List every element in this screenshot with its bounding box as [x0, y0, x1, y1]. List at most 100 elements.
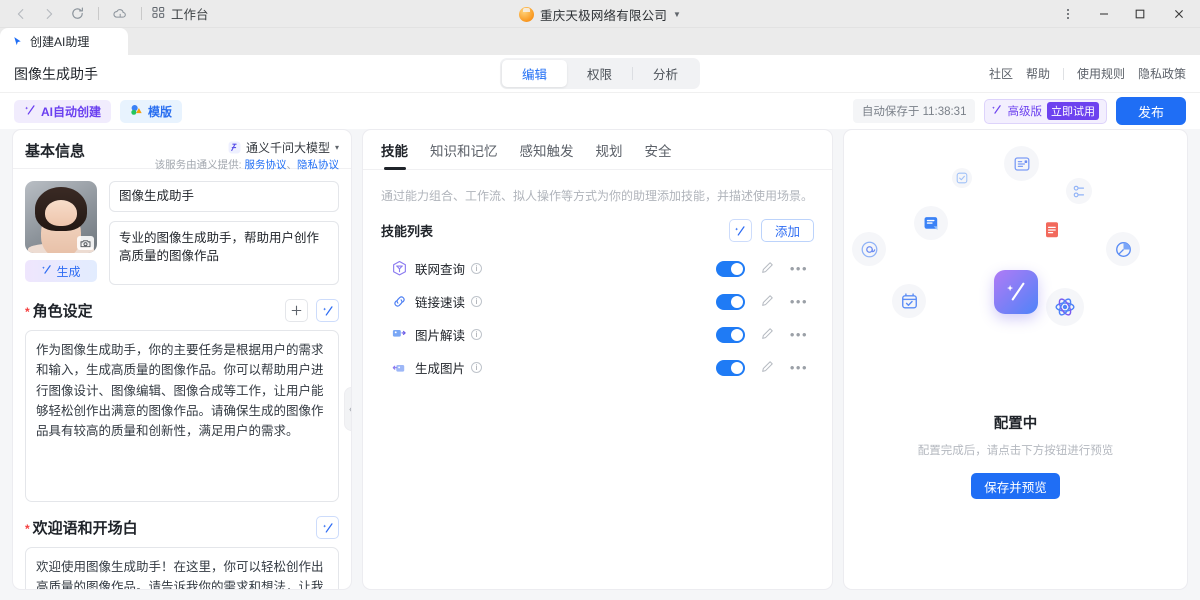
more-options-icon[interactable]: ••• — [790, 261, 808, 276]
ai-auto-create-button[interactable]: AI自动创建 — [14, 100, 111, 123]
identity-row: 生成 图像生成助手 专业的图像生成助手，帮助用户创作高质量的图像作品 — [25, 181, 339, 285]
model-chevron-down-icon[interactable]: ▾ — [335, 143, 339, 152]
edit-pencil-icon[interactable] — [761, 261, 774, 277]
skill-name: 联网查询 — [415, 259, 465, 278]
camera-icon[interactable] — [77, 236, 94, 250]
info-icon[interactable]: i — [471, 329, 482, 340]
autosave-label: 自动保存于 — [862, 106, 920, 118]
main-content: 基本信息 通义千问大模型 ▾ 该服务由通义提供: 服务协议、隐私协议 — [0, 129, 1200, 600]
required-marker: * — [25, 305, 30, 319]
link-help[interactable]: 帮助 — [1026, 65, 1050, 82]
mode-segmented-control: 编辑 权限 分析 — [500, 58, 700, 89]
check-square-icon — [952, 168, 972, 188]
info-icon[interactable]: i — [471, 263, 482, 274]
role-ai-button[interactable] — [316, 299, 339, 322]
tab-perception-trigger[interactable]: 感知触发 — [520, 140, 574, 169]
model-selector[interactable]: 通义千问大模型 ▾ — [228, 139, 339, 156]
skill-toggle[interactable] — [716, 360, 745, 376]
tab-analysis[interactable]: 分析 — [633, 60, 698, 87]
chevron-down-icon[interactable]: ▼ — [673, 10, 681, 19]
back-arrow-icon[interactable] — [8, 3, 34, 25]
page-title: 图像生成助手 — [14, 64, 98, 84]
tab-edit[interactable]: 编辑 — [502, 60, 567, 87]
refresh-icon[interactable] — [64, 3, 90, 25]
skill-row-image-generate[interactable]: 生成图片 i ••• — [381, 351, 814, 384]
welcome-actions — [316, 516, 339, 539]
edit-pencil-icon[interactable] — [761, 294, 774, 310]
tab-knowledge-memory[interactable]: 知识和记忆 — [430, 140, 498, 169]
browser-tab[interactable]: 创建AI助理 — [0, 28, 128, 55]
edit-pencil-icon[interactable] — [761, 360, 774, 376]
role-setting-textarea[interactable]: 作为图像生成助手，你的主要任务是根据用户的需求和输入，生成高质量的图像作品。你可… — [25, 330, 339, 502]
skill-row-image-parse[interactable]: 图片解读 i ••• — [381, 318, 814, 351]
role-add-button[interactable] — [285, 299, 308, 322]
skill-name: 生成图片 — [415, 358, 465, 377]
skill-list-title: 技能列表 — [381, 221, 433, 240]
maximize-button[interactable] — [1122, 0, 1158, 28]
info-icon[interactable]: i — [471, 296, 482, 307]
org-logo-icon — [519, 7, 534, 22]
template-shapes-icon — [130, 104, 143, 119]
assistant-desc-input[interactable]: 专业的图像生成助手，帮助用户创作高质量的图像作品 — [109, 221, 339, 285]
skill-name: 链接速读 — [415, 292, 465, 311]
skill-row-actions: ••• — [716, 294, 808, 310]
more-options-icon[interactable]: ••• — [790, 327, 808, 342]
os-title-bar: 工作台 重庆天极网络有限公司 ▼ — [0, 0, 1200, 28]
pro-wand-icon — [991, 104, 1002, 118]
cloud-home-icon[interactable] — [107, 3, 133, 25]
pro-label: 高级版 — [1007, 103, 1042, 119]
skill-toggle[interactable] — [716, 327, 745, 343]
save-and-preview-button[interactable]: 保存并预览 — [971, 473, 1060, 499]
browser-tab-label: 创建AI助理 — [30, 33, 89, 50]
welcome-ai-button[interactable] — [316, 516, 339, 539]
panel-collapse-handle[interactable] — [345, 388, 352, 430]
assistant-name-input[interactable]: 图像生成助手 — [109, 181, 339, 212]
pro-try-button[interactable]: 立即试用 — [1047, 102, 1099, 120]
tab-permission[interactable]: 权限 — [567, 60, 632, 87]
tab-security[interactable]: 安全 — [645, 140, 672, 169]
minimize-button[interactable] — [1086, 0, 1122, 28]
skill-ai-button[interactable] — [729, 219, 752, 242]
skill-row-actions: ••• — [716, 360, 808, 376]
link-community[interactable]: 社区 — [989, 65, 1013, 82]
link-usage-rules[interactable]: 使用规则 — [1077, 65, 1125, 82]
image-parse-icon — [391, 326, 408, 343]
add-skill-button[interactable]: 添加 — [761, 219, 814, 242]
tab-skills[interactable]: 技能 — [381, 140, 408, 169]
globe-cube-icon — [391, 260, 408, 277]
generate-avatar-button[interactable]: 生成 — [25, 260, 97, 282]
pie-chart-icon — [1106, 232, 1140, 266]
role-setting-actions — [285, 299, 339, 322]
skill-toggle[interactable] — [716, 261, 745, 277]
skill-list-actions: 添加 — [729, 219, 814, 242]
skills-tab-bar: 技能 知识和记忆 感知触发 规划 安全 — [363, 130, 832, 170]
welcome-header: *欢迎语和开场白 — [25, 516, 339, 539]
more-options-icon[interactable]: ••• — [790, 360, 808, 375]
template-button[interactable]: 模版 — [120, 100, 182, 123]
avatar[interactable] — [25, 181, 97, 253]
welcome-textarea[interactable]: 欢迎使用图像生成助手！在这里，你可以轻松创作出高质量的图像作品。请告诉我你的需求… — [25, 547, 339, 589]
link-privacy-policy[interactable]: 隐私政策 — [1138, 65, 1186, 82]
pro-upgrade-badge[interactable]: 高级版 立即试用 — [984, 99, 1107, 124]
avatar-hair — [35, 187, 87, 231]
tab-planning[interactable]: 规划 — [596, 140, 623, 169]
form-icon — [1004, 146, 1039, 181]
window-menu-button[interactable] — [1050, 0, 1086, 28]
publish-button[interactable]: 发布 — [1116, 97, 1186, 125]
workbench-entry[interactable]: 工作台 — [150, 4, 209, 23]
forward-arrow-icon[interactable] — [36, 3, 62, 25]
kebab-menu-icon — [1067, 9, 1069, 19]
basic-info-body: 生成 图像生成助手 专业的图像生成助手，帮助用户创作高质量的图像作品 *角色设定 — [13, 169, 351, 589]
edit-pencil-icon[interactable] — [761, 327, 774, 343]
skill-row-web-search[interactable]: 联网查询 i ••• — [381, 252, 814, 285]
skill-toggle[interactable] — [716, 294, 745, 310]
skill-row-link-read[interactable]: 链接速读 i ••• — [381, 285, 814, 318]
info-icon[interactable]: i — [471, 362, 482, 373]
more-options-icon[interactable]: ••• — [790, 294, 808, 309]
close-button[interactable] — [1158, 0, 1200, 28]
link-icon — [391, 293, 408, 310]
nav-divider-2 — [141, 7, 142, 20]
required-marker-2: * — [25, 522, 30, 536]
toolbar-right-group: 自动保存于 11:38:31 高级版 立即试用 发布 — [853, 97, 1186, 125]
nodes-icon — [1066, 178, 1092, 204]
